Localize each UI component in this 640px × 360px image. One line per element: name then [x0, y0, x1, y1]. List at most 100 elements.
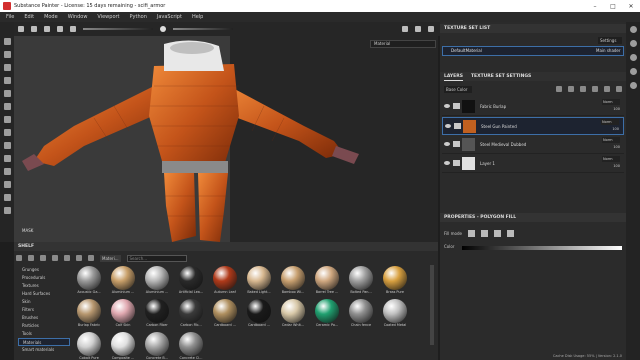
iray-icon[interactable]: [3, 155, 11, 162]
shelf-category-item[interactable]: Grunges: [18, 266, 70, 274]
maximize-button[interactable]: □: [604, 3, 622, 10]
material-thumbnail[interactable]: Cardboard ...: [244, 299, 274, 329]
material-thumbnail[interactable]: Cobalt Pure: [74, 332, 104, 360]
polygon-fill-icon[interactable]: [3, 77, 11, 84]
visibility-eye-icon[interactable]: [444, 142, 450, 146]
material-thumbnail[interactable]: Brass Pure: [380, 266, 410, 296]
shelf-grid-icon[interactable]: [28, 255, 34, 261]
brush-size-slider[interactable]: [83, 28, 153, 30]
brush-preview-icon[interactable]: [160, 26, 166, 32]
layer-opacity[interactable]: 100: [613, 107, 620, 111]
add-layer-icon[interactable]: [592, 86, 598, 92]
fill-triangle-icon[interactable]: [467, 229, 475, 237]
shelf-scrollbar[interactable]: [430, 265, 434, 345]
smudge-tool-icon[interactable]: [3, 90, 11, 97]
material-thumbnail[interactable]: Ceramic Po...: [312, 299, 342, 329]
layer-row[interactable]: Steel Medieval Dubbed Norm 100: [442, 136, 624, 154]
shelf-category-item[interactable]: Procedurals: [18, 274, 70, 282]
material-thumbnail[interactable]: Aluminium ...: [108, 266, 138, 296]
material-thumbnail[interactable]: Bamboo Wi...: [278, 266, 308, 296]
material-thumbnail[interactable]: Chain fence: [346, 299, 376, 329]
close-button[interactable]: ✕: [622, 3, 640, 10]
material-thumbnail[interactable]: Acoustic Ga...: [74, 266, 104, 296]
layer-row[interactable]: Fabric Burlap Norm 100: [442, 98, 624, 116]
add-fill-layer-icon[interactable]: [580, 86, 586, 92]
brush-settings-icon[interactable]: [57, 26, 63, 32]
layer-opacity[interactable]: 100: [613, 145, 620, 149]
shelf-category-item[interactable]: Textures: [18, 282, 70, 290]
layer-name[interactable]: Fabric Burlap: [480, 104, 506, 109]
add-folder-icon[interactable]: [604, 86, 610, 92]
add-effect-icon[interactable]: [556, 86, 562, 92]
material-thumbnail[interactable]: Coated Metal: [380, 299, 410, 329]
paint-tool-icon[interactable]: [3, 38, 11, 45]
paint-mode-icon[interactable]: [18, 26, 24, 32]
menu-javascript[interactable]: JavaScript: [157, 14, 182, 20]
layer-row[interactable]: Steel Gun Painted Norm 100: [442, 117, 624, 135]
fill-quad-icon[interactable]: [480, 229, 488, 237]
bake-icon[interactable]: [3, 142, 11, 149]
layer-name[interactable]: Steel Medieval Dubbed: [480, 142, 526, 147]
eraser-tool-icon[interactable]: [3, 51, 11, 58]
tab-layers[interactable]: LAYERS: [444, 72, 463, 81]
menu-viewport[interactable]: Viewport: [97, 14, 119, 20]
layer-row[interactable]: Layer 1 Norm 100: [442, 155, 624, 173]
shelf-import-icon[interactable]: [40, 255, 46, 261]
search-tag[interactable]: Materi...: [100, 254, 121, 262]
history-icon[interactable]: [629, 68, 637, 75]
material-thumbnail[interactable]: Carbon Fiber: [142, 299, 172, 329]
shelf-filter2-icon[interactable]: [64, 255, 70, 261]
shelf-export-icon[interactable]: [76, 255, 82, 261]
shelf-category-item[interactable]: Particles: [18, 322, 70, 330]
material-thumbnail[interactable]: Cedar Whit...: [278, 299, 308, 329]
material-thumbnail[interactable]: Aluminium ...: [142, 266, 172, 296]
channel-dropdown[interactable]: Base Color: [444, 85, 472, 93]
minimize-button[interactable]: –: [586, 3, 604, 10]
shelf-category-item[interactable]: Brushes: [18, 314, 70, 322]
camera-icon[interactable]: [415, 26, 421, 32]
brush-opacity-slider[interactable]: [173, 28, 233, 30]
viewport-mode-dropdown[interactable]: Material: [370, 40, 436, 48]
material-thumbnail[interactable]: Artificial Lea...: [176, 266, 206, 296]
clone-tool-icon[interactable]: [3, 103, 11, 110]
shader-label[interactable]: Main shader: [596, 48, 621, 53]
layer-opacity[interactable]: 100: [613, 164, 620, 168]
layer-opacity[interactable]: 100: [612, 127, 619, 131]
menu-edit[interactable]: Edit: [24, 14, 34, 20]
menu-file[interactable]: File: [6, 14, 14, 20]
armor-model[interactable]: [14, 36, 438, 242]
fill-uv-icon[interactable]: [506, 229, 514, 237]
shader-settings-icon[interactable]: [3, 194, 11, 201]
display-icon[interactable]: [629, 82, 637, 89]
viewer-settings-icon[interactable]: [3, 181, 11, 188]
properties-icon[interactable]: [629, 54, 637, 61]
material-thumbnail[interactable]: Baked Light...: [244, 266, 274, 296]
picker-tool-icon[interactable]: [3, 116, 11, 123]
material-thumbnail[interactable]: Concrete B...: [142, 332, 172, 360]
shelf-category-item[interactable]: Tools: [18, 330, 70, 338]
shelf-category-item[interactable]: Hard Surfaces: [18, 290, 70, 298]
menu-mode[interactable]: Mode: [44, 14, 58, 20]
menu-help[interactable]: Help: [192, 14, 203, 20]
shelf-category-item[interactable]: Smart materials: [18, 346, 70, 354]
layer-name[interactable]: Steel Gun Painted: [481, 124, 517, 129]
log-icon[interactable]: [3, 207, 11, 214]
material-thumbnail[interactable]: Carbon Fib...: [176, 299, 206, 329]
layer-name[interactable]: Layer 1: [480, 161, 495, 166]
symmetry-icon[interactable]: [31, 26, 37, 32]
shelf-folder-icon[interactable]: [16, 255, 22, 261]
blend-mode-dropdown[interactable]: Norm: [601, 119, 619, 125]
material-thumbnail[interactable]: Burlap Fabric: [74, 299, 104, 329]
fill-polygon-icon[interactable]: [493, 229, 501, 237]
visibility-eye-icon[interactable]: [444, 161, 450, 165]
shelf-category-item[interactable]: Materials: [18, 338, 70, 346]
material-picker-icon[interactable]: [3, 129, 11, 136]
texture-set-settings-dropdown[interactable]: Settings: [598, 37, 622, 44]
display-settings-icon[interactable]: [3, 168, 11, 175]
visibility-eye-icon[interactable]: [445, 124, 451, 128]
layers-icon[interactable]: [629, 40, 637, 47]
color-slider[interactable]: [462, 246, 622, 250]
3d-viewport[interactable]: [14, 36, 438, 242]
funnel-icon[interactable]: [88, 255, 94, 261]
visibility-eye-icon[interactable]: [444, 104, 450, 108]
